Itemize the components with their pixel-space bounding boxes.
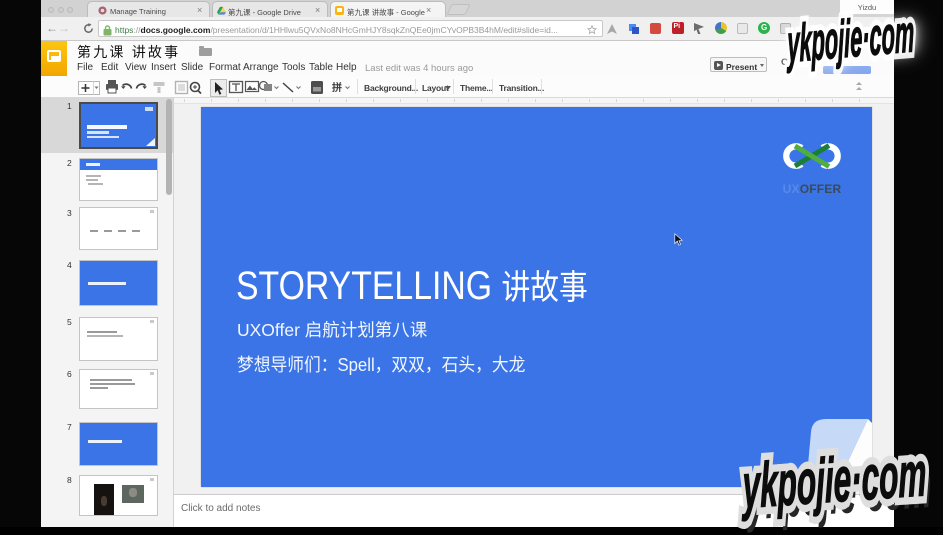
svg-text:拼: 拼	[332, 79, 342, 94]
